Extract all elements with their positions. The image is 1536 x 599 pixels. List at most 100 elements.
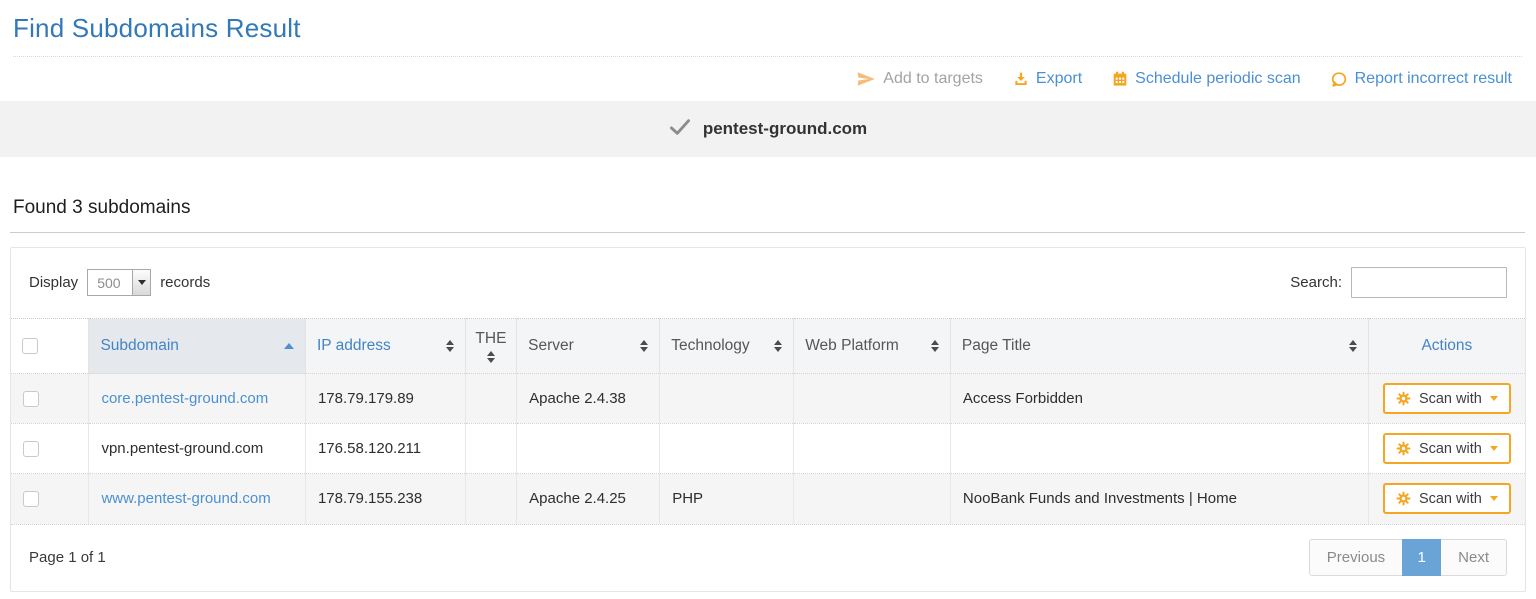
toolbar-item-report-incorrect-result[interactable]: Report incorrect result xyxy=(1331,70,1512,88)
pagination: Previous 1 Next xyxy=(1309,539,1507,576)
row-checkbox-cell xyxy=(11,424,89,474)
section-divider xyxy=(10,232,1525,233)
gear-icon xyxy=(1396,441,1411,456)
page-title-cell: NooBank Funds and Investments | Home xyxy=(950,474,1368,524)
table-header-row: Subdomain IP address THE Server Technology We… xyxy=(11,319,1525,374)
row-checkbox[interactable] xyxy=(23,391,39,407)
chevron-down-icon xyxy=(138,280,146,285)
select-all-checkbox[interactable] xyxy=(22,338,38,354)
scan-with-button[interactable]: Scan with xyxy=(1383,483,1511,514)
column-label: Web Platform xyxy=(805,337,899,355)
server-cell xyxy=(517,424,660,474)
select-dropdown-button[interactable] xyxy=(132,270,150,295)
table-row: vpn.pentest-ground.com176.58.120.211Scan… xyxy=(11,424,1525,474)
page-title-cell: Access Forbidden xyxy=(950,374,1368,424)
search-label: Search: xyxy=(1290,274,1342,291)
scan-with-label: Scan with xyxy=(1419,391,1482,407)
subdomain-cell: www.pentest-ground.com xyxy=(89,474,306,524)
technology-cell xyxy=(660,424,794,474)
scan-with-label: Scan with xyxy=(1419,441,1482,457)
gear-icon xyxy=(1396,391,1411,406)
records-label: records xyxy=(160,274,210,291)
sort-icon xyxy=(487,351,495,363)
column-label: THE xyxy=(475,330,506,348)
next-page-button[interactable]: Next xyxy=(1440,539,1507,576)
results-panel: Display 500 records Search: Subdomain IP … xyxy=(10,247,1526,592)
subdomain-cell: core.pentest-ground.com xyxy=(89,374,306,424)
column-header-actions[interactable]: Actions xyxy=(1368,319,1525,374)
column-header-the[interactable]: THE xyxy=(465,319,516,374)
ip-cell: 178.79.155.238 xyxy=(305,474,465,524)
column-header-page_title[interactable]: Page Title xyxy=(950,319,1368,374)
column-label: Server xyxy=(528,337,574,355)
page-length-select[interactable]: 500 xyxy=(87,269,151,296)
page-info: Page 1 of 1 xyxy=(29,549,106,566)
ip-cell: 178.79.179.89 xyxy=(305,374,465,424)
sort-icon xyxy=(1349,340,1357,352)
row-checkbox-cell xyxy=(11,474,89,524)
actions-cell: Scan with xyxy=(1368,474,1525,524)
column-label: Actions xyxy=(1421,337,1472,355)
toolbar-item-label: Export xyxy=(1036,70,1082,88)
toolbar-item-schedule-periodic-scan[interactable]: Schedule periodic scan xyxy=(1112,70,1300,88)
search-group: Search: xyxy=(1290,267,1507,298)
scan-with-button[interactable]: Scan with xyxy=(1383,383,1511,414)
subdomain-link: vpn.pentest-ground.com xyxy=(101,440,263,457)
toolbar-item-label: Add to targets xyxy=(883,70,983,88)
scan-with-label: Scan with xyxy=(1419,491,1482,507)
chevron-down-icon xyxy=(1490,446,1498,451)
actions-cell: Scan with xyxy=(1368,424,1525,474)
chat-icon xyxy=(1331,71,1348,88)
plane-icon xyxy=(856,71,876,87)
toolbar-item-add-to-targets[interactable]: Add to targets xyxy=(856,70,983,88)
toolbar-item-label: Report incorrect result xyxy=(1355,70,1512,88)
column-header-web_platform[interactable]: Web Platform xyxy=(794,319,951,374)
results-heading: Found 3 subdomains xyxy=(13,197,1525,219)
the-cell xyxy=(465,474,516,524)
technology-cell: PHP xyxy=(660,474,794,524)
subdomain-cell: vpn.pentest-ground.com xyxy=(89,424,306,474)
subdomain-link[interactable]: www.pentest-ground.com xyxy=(101,490,270,507)
calendar-icon xyxy=(1112,71,1128,87)
scan-with-button[interactable]: Scan with xyxy=(1383,433,1511,464)
sort-icon xyxy=(640,340,648,352)
column-label: Technology xyxy=(671,337,749,355)
column-header-ip[interactable]: IP address xyxy=(305,319,465,374)
target-domain: pentest-ground.com xyxy=(703,119,867,139)
column-header-technology[interactable]: Technology xyxy=(660,319,794,374)
column-label: Page Title xyxy=(962,337,1031,355)
download-icon xyxy=(1013,71,1029,87)
target-bar: pentest-ground.com xyxy=(0,101,1536,157)
web-platform-cell xyxy=(794,424,951,474)
server-cell: Apache 2.4.38 xyxy=(517,374,660,424)
sort-icon xyxy=(446,340,454,352)
page-title-cell xyxy=(950,424,1368,474)
column-header-subdomain[interactable]: Subdomain xyxy=(89,319,306,374)
current-page-button[interactable]: 1 xyxy=(1402,539,1441,576)
web-platform-cell xyxy=(794,374,951,424)
actions-cell: Scan with xyxy=(1368,374,1525,424)
row-checkbox[interactable] xyxy=(23,491,39,507)
search-input[interactable] xyxy=(1351,267,1507,298)
subdomain-link[interactable]: core.pentest-ground.com xyxy=(101,390,268,407)
column-header-checkbox xyxy=(11,319,89,374)
display-label: Display xyxy=(29,274,78,291)
web-platform-cell xyxy=(794,474,951,524)
column-header-server[interactable]: Server xyxy=(517,319,660,374)
column-label: Subdomain xyxy=(100,337,178,355)
gear-icon xyxy=(1396,491,1411,506)
table-controls: Display 500 records Search: xyxy=(11,248,1525,318)
page-title: Find Subdomains Result xyxy=(13,13,1522,44)
sort-ascending-icon xyxy=(284,343,294,349)
sort-icon xyxy=(931,340,939,352)
toolbar-item-label: Schedule periodic scan xyxy=(1135,70,1300,88)
display-length-group: Display 500 records xyxy=(29,269,210,296)
check-icon xyxy=(669,118,691,141)
sort-icon xyxy=(774,340,782,352)
previous-page-button[interactable]: Previous xyxy=(1309,539,1403,576)
server-cell: Apache 2.4.25 xyxy=(517,474,660,524)
result-toolbar: Add to targets Export Schedule periodic sc… xyxy=(0,57,1536,101)
toolbar-item-export[interactable]: Export xyxy=(1013,70,1082,88)
row-checkbox[interactable] xyxy=(23,441,39,457)
row-checkbox-cell xyxy=(11,374,89,424)
